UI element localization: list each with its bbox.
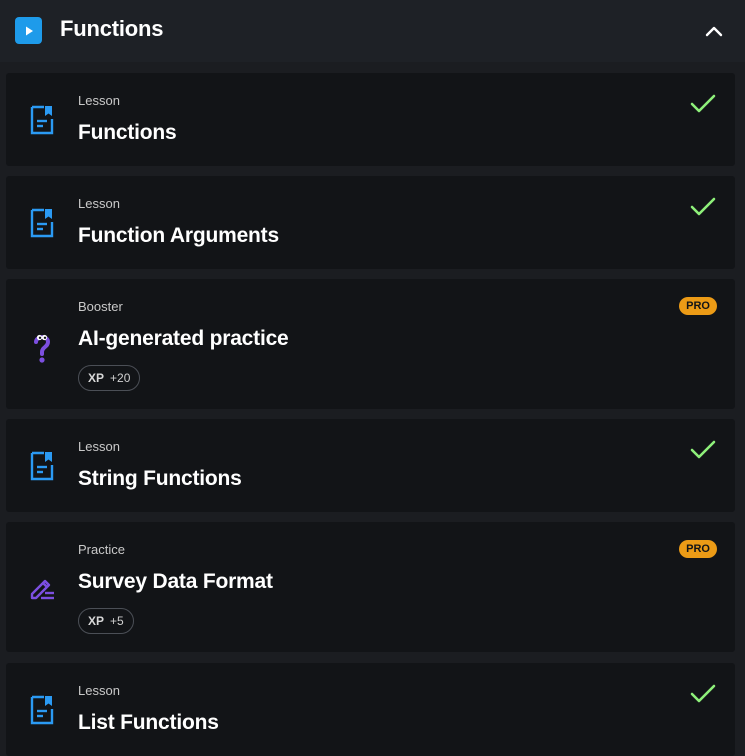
lesson-document-icon (28, 206, 56, 240)
chevron-up-icon (705, 26, 723, 37)
item-type-label: Lesson (78, 683, 120, 698)
collapse-button[interactable] (701, 18, 727, 44)
lesson-document-icon (28, 693, 56, 727)
list-item-lesson[interactable]: Lesson Functions (6, 73, 735, 166)
list-item-booster[interactable]: Booster AI-generated practice PRO XP +20 (6, 279, 735, 409)
lesson-document-icon (28, 449, 56, 483)
pencil-icon (28, 570, 56, 604)
list-item-practice[interactable]: Practice Survey Data Format PRO XP +5 (6, 522, 735, 652)
item-type-label: Lesson (78, 439, 120, 454)
item-type-label: Practice (78, 542, 125, 557)
xp-value: +20 (110, 371, 131, 385)
pro-badge: PRO (679, 540, 717, 558)
xp-label: XP (88, 614, 105, 628)
checkmark-icon (690, 440, 716, 459)
item-title: AI-generated practice (78, 327, 289, 350)
item-title: Functions (78, 121, 177, 144)
item-title: String Functions (78, 467, 242, 490)
xp-label: XP (88, 371, 105, 385)
section-header[interactable]: Functions (0, 0, 745, 62)
item-title: List Functions (78, 711, 219, 734)
list-item-lesson[interactable]: Lesson List Functions (6, 663, 735, 756)
question-mark-icon (28, 331, 56, 365)
checkmark-icon (690, 197, 716, 216)
section-title: Functions (60, 16, 164, 41)
xp-reward-pill: XP +5 (78, 608, 134, 634)
item-title: Function Arguments (78, 224, 279, 247)
list-item-lesson[interactable]: Lesson Function Arguments (6, 176, 735, 269)
item-type-label: Lesson (78, 93, 120, 108)
list-item-lesson[interactable]: Lesson String Functions (6, 419, 735, 512)
xp-reward-pill: XP +20 (78, 365, 141, 391)
item-type-label: Lesson (78, 196, 120, 211)
lesson-document-icon (28, 103, 56, 137)
item-title: Survey Data Format (78, 570, 273, 593)
play-icon (15, 17, 42, 44)
checkmark-icon (690, 94, 716, 113)
pro-badge: PRO (679, 297, 717, 315)
item-type-label: Booster (78, 299, 123, 314)
xp-value: +5 (110, 614, 124, 628)
checkmark-icon (690, 684, 716, 703)
